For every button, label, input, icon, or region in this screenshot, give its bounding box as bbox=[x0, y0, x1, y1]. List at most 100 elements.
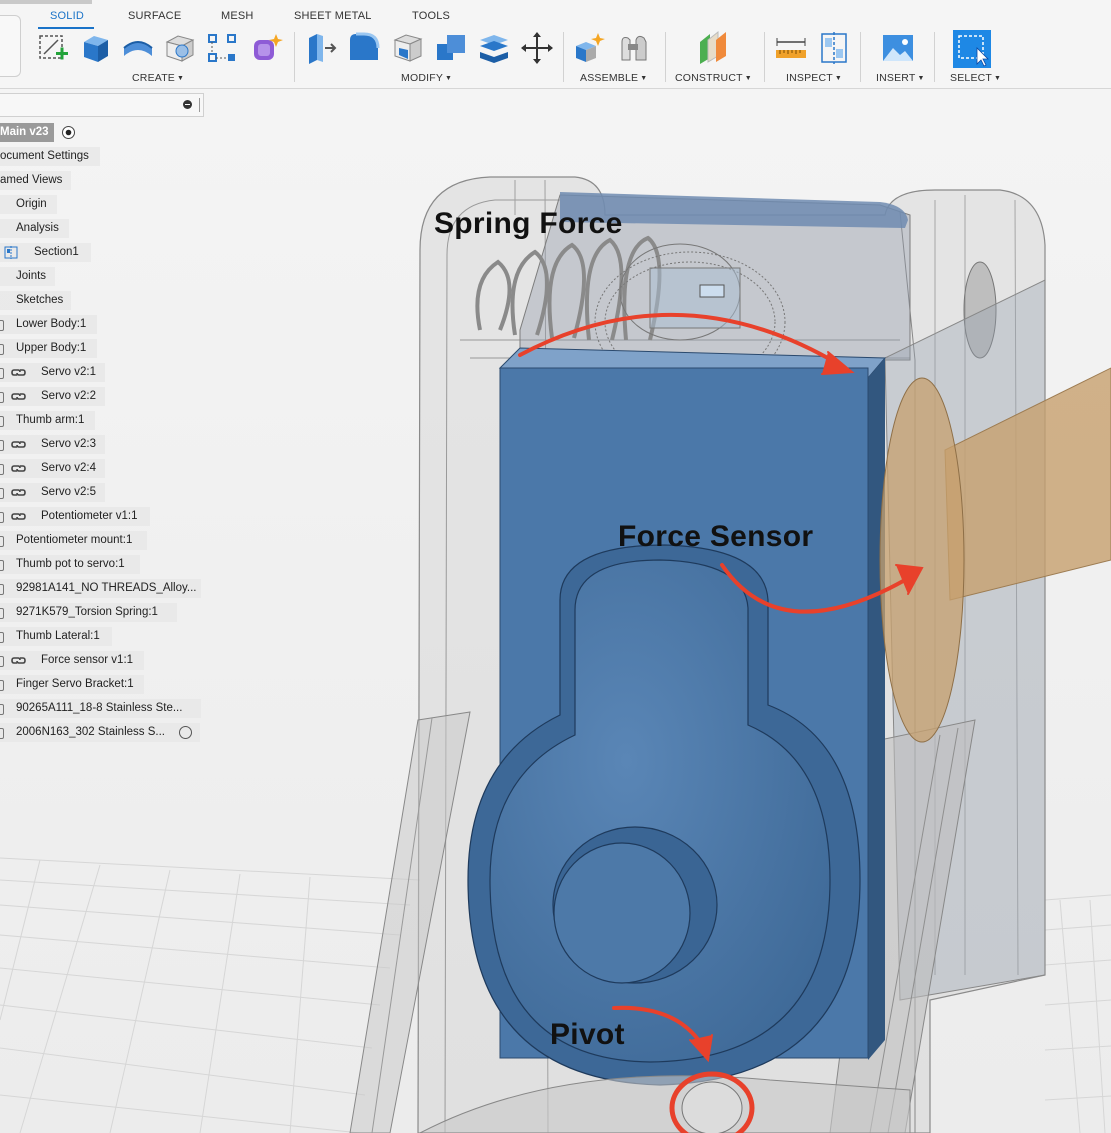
browser-item[interactable]: Servo v2:3 bbox=[0, 435, 105, 454]
browser-item[interactable]: 9271K579_Torsion Spring:1 bbox=[0, 603, 177, 622]
browser-item[interactable]: Section1 bbox=[0, 243, 91, 262]
create-sketch-icon[interactable] bbox=[36, 30, 72, 66]
browser-item[interactable]: Servo v2:2 bbox=[0, 387, 105, 406]
visibility-icon[interactable] bbox=[0, 632, 4, 643]
activate-radio-icon[interactable] bbox=[179, 726, 192, 739]
visibility-icon[interactable] bbox=[0, 728, 4, 739]
visibility-icon[interactable] bbox=[0, 656, 4, 667]
construct-menu[interactable]: CONSTRUCT ▼ bbox=[675, 72, 752, 84]
toolbar: SOLID SURFACE MESH SHEET METAL TOOLS CRE… bbox=[0, 0, 1111, 89]
create-form-icon[interactable] bbox=[248, 30, 284, 66]
visibility-icon[interactable] bbox=[0, 368, 4, 379]
sweep-icon[interactable] bbox=[120, 30, 156, 66]
press-pull-icon[interactable] bbox=[303, 30, 339, 66]
visibility-icon[interactable] bbox=[0, 320, 4, 331]
pivot-label: Pivot bbox=[550, 1018, 625, 1051]
active-tab-indicator bbox=[38, 27, 94, 29]
new-component-icon[interactable] bbox=[572, 30, 608, 66]
toolbar-separator bbox=[294, 32, 295, 82]
tab-sheet-metal[interactable]: SHEET METAL bbox=[294, 10, 372, 22]
collapse-icon[interactable] bbox=[183, 100, 192, 109]
toolbar-separator bbox=[563, 32, 564, 82]
split-body-icon[interactable] bbox=[476, 30, 512, 66]
browser-item[interactable]: Force sensor v1:1 bbox=[0, 651, 144, 670]
create-menu[interactable]: CREATE ▼ bbox=[132, 72, 184, 84]
hole-icon[interactable] bbox=[162, 30, 198, 66]
panel-grip[interactable] bbox=[199, 98, 200, 112]
browser-item[interactable]: Analysis bbox=[0, 219, 69, 238]
select-menu[interactable]: SELECT ▼ bbox=[950, 72, 1001, 84]
link-icon bbox=[11, 369, 26, 376]
tab-top-line bbox=[0, 0, 92, 4]
visibility-icon[interactable] bbox=[0, 488, 4, 499]
visibility-icon[interactable] bbox=[0, 512, 4, 523]
browser-item[interactable]: amed Views bbox=[0, 171, 71, 190]
tab-solid[interactable]: SOLID bbox=[50, 10, 84, 22]
force-sensor-label: Force Sensor bbox=[618, 520, 814, 553]
tab-mesh[interactable]: MESH bbox=[221, 10, 254, 22]
visibility-icon[interactable] bbox=[0, 704, 4, 715]
browser-item[interactable]: Lower Body:1 bbox=[0, 315, 97, 334]
section-analysis-icon[interactable] bbox=[816, 30, 852, 66]
insert-menu[interactable]: INSERT ▼ bbox=[876, 72, 925, 84]
visibility-icon[interactable] bbox=[0, 464, 4, 475]
browser-item[interactable]: Thumb arm:1 bbox=[0, 411, 95, 430]
pattern-icon[interactable] bbox=[204, 30, 240, 66]
browser-item[interactable]: Upper Body:1 bbox=[0, 339, 97, 358]
visibility-icon[interactable] bbox=[0, 392, 4, 403]
link-icon bbox=[11, 489, 26, 496]
tab-tools[interactable]: TOOLS bbox=[412, 10, 450, 22]
toolbar-separator bbox=[860, 32, 861, 82]
browser-root[interactable]: Main v23 bbox=[0, 123, 54, 142]
tab-surface[interactable]: SURFACE bbox=[128, 10, 181, 22]
move-icon[interactable] bbox=[519, 30, 555, 66]
browser-item[interactable]: 2006N163_302 Stainless S... bbox=[0, 723, 200, 742]
visibility-icon[interactable] bbox=[0, 344, 4, 355]
measure-icon[interactable] bbox=[773, 30, 809, 66]
visibility-icon[interactable] bbox=[0, 560, 4, 571]
visibility-icon[interactable] bbox=[0, 536, 4, 547]
fillet-icon[interactable] bbox=[346, 30, 382, 66]
visibility-icon[interactable] bbox=[0, 416, 4, 427]
browser-item[interactable]: Potentiometer mount:1 bbox=[0, 531, 147, 550]
browser-panel-header bbox=[0, 93, 204, 117]
combine-icon[interactable] bbox=[433, 30, 469, 66]
visibility-icon[interactable] bbox=[0, 680, 4, 691]
assemble-menu[interactable]: ASSEMBLE ▼ bbox=[580, 72, 647, 84]
browser-item[interactable]: Servo v2:1 bbox=[0, 363, 105, 382]
browser-item[interactable]: Joints bbox=[0, 267, 55, 286]
select-window-icon[interactable] bbox=[953, 30, 991, 68]
link-icon bbox=[11, 513, 26, 520]
browser-item[interactable]: 90265A111_18-8 Stainless Ste... bbox=[0, 699, 201, 718]
box-icon[interactable] bbox=[78, 30, 114, 66]
visibility-icon[interactable] bbox=[0, 608, 4, 619]
browser-item[interactable]: Servo v2:5 bbox=[0, 483, 105, 502]
spring-force-label: Spring Force bbox=[434, 207, 623, 240]
browser-item[interactable]: Thumb Lateral:1 bbox=[0, 627, 112, 646]
modify-menu[interactable]: MODIFY ▼ bbox=[401, 72, 452, 84]
joint-icon[interactable] bbox=[616, 30, 652, 66]
visibility-icon[interactable] bbox=[0, 584, 4, 595]
browser-item[interactable]: Potentiometer v1:1 bbox=[0, 507, 150, 526]
browser-item[interactable]: 92981A141_NO THREADS_Alloy... bbox=[0, 579, 201, 598]
app-menu-stub[interactable] bbox=[0, 15, 21, 77]
toolbar-separator bbox=[934, 32, 935, 82]
browser-item[interactable]: Thumb pot to servo:1 bbox=[0, 555, 140, 574]
browser-item[interactable]: Finger Servo Bracket:1 bbox=[0, 675, 144, 694]
browser-item[interactable]: Origin bbox=[0, 195, 57, 214]
insert-image-icon[interactable] bbox=[880, 30, 916, 66]
browser-item[interactable]: Servo v2:4 bbox=[0, 459, 105, 478]
section-icon bbox=[4, 246, 18, 259]
visibility-icon[interactable] bbox=[0, 440, 4, 451]
link-icon bbox=[11, 465, 26, 472]
toolbar-separator bbox=[665, 32, 666, 82]
offset-plane-icon[interactable] bbox=[694, 30, 730, 66]
activate-radio-icon[interactable] bbox=[61, 125, 76, 140]
link-icon bbox=[11, 393, 26, 400]
toolbar-separator bbox=[764, 32, 765, 82]
browser-item[interactable]: ocument Settings bbox=[0, 147, 100, 166]
inspect-menu[interactable]: INSPECT ▼ bbox=[786, 72, 842, 84]
link-icon bbox=[11, 657, 26, 664]
browser-item[interactable]: Sketches bbox=[0, 291, 71, 310]
shell-icon[interactable] bbox=[390, 30, 426, 66]
